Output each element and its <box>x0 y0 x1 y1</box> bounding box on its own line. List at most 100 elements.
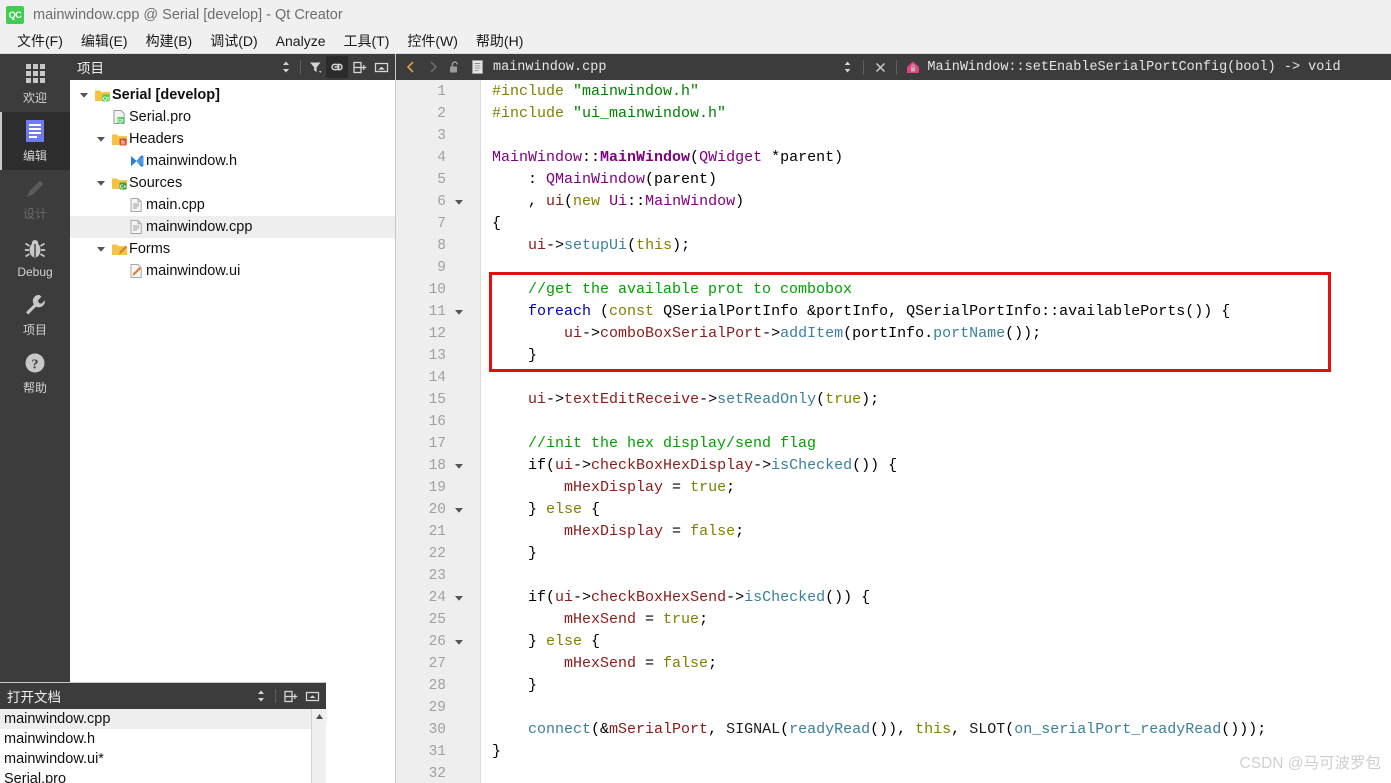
code-line[interactable]: ui->comboBoxSerialPort->addItem(portInfo… <box>492 323 1041 345</box>
open-document-item[interactable]: Serial.pro <box>0 769 326 783</box>
code-line[interactable]: MainWindow::MainWindow(QWidget *parent) <box>492 147 843 169</box>
expand-arrow-icon[interactable] <box>93 135 109 143</box>
menu-item-5[interactable]: 工具(T) <box>334 29 398 53</box>
code-line[interactable]: ui->textEditReceive->setReadOnly(true); <box>492 389 879 411</box>
fold-toggle-icon[interactable] <box>452 191 466 213</box>
code-token: new <box>573 193 600 210</box>
code-line[interactable]: mHexSend = true; <box>492 609 708 631</box>
fold-toggle-icon[interactable] <box>452 631 466 653</box>
code-line[interactable]: : QMainWindow(parent) <box>492 169 717 191</box>
code-line[interactable]: mHexDisplay = false; <box>492 521 744 543</box>
code-token: (portInfo. <box>843 325 933 342</box>
menu-item-1[interactable]: 编辑(E) <box>72 29 137 53</box>
menu-item-0[interactable]: 文件(F) <box>8 29 72 53</box>
expand-arrow-icon[interactable] <box>76 91 92 99</box>
fold-toggle-icon[interactable] <box>452 455 466 477</box>
doc-sort-button[interactable] <box>250 685 272 707</box>
open-documents-list[interactable]: mainwindow.cppmainwindow.hmainwindow.ui*… <box>0 709 326 783</box>
mode-button-设计[interactable]: 设计 <box>0 170 70 228</box>
menu-item-2[interactable]: 构建(B) <box>137 29 202 53</box>
navigate-back-button[interactable] <box>400 56 422 78</box>
code-line[interactable]: mHexDisplay = true; <box>492 477 735 499</box>
code-line[interactable]: if(ui->checkBoxHexDisplay->isChecked()) … <box>492 455 897 477</box>
navigate-forward-button[interactable] <box>422 56 444 78</box>
minimize-panel-button[interactable] <box>370 56 392 78</box>
code-token: (parent) <box>645 171 717 188</box>
tree-item-headers[interactable]: hHeaders <box>70 128 395 150</box>
mode-button-项目[interactable]: 项目 <box>0 286 70 344</box>
tree-item-sources[interactable]: C+Sources <box>70 172 395 194</box>
tree-item-mainwindow.cpp[interactable]: mainwindow.cpp <box>70 216 395 238</box>
fold-toggle-icon[interactable] <box>452 301 466 323</box>
fold-toggle-icon[interactable] <box>452 587 466 609</box>
mode-button-Debug[interactable]: Debug <box>0 228 70 286</box>
unlocked-padlock-icon[interactable] <box>444 56 466 78</box>
filter-button[interactable] <box>304 56 326 78</box>
project-tree[interactable]: QtSerial [develop]QtSerial.prohHeadersma… <box>70 80 395 682</box>
code-token <box>492 479 564 496</box>
tree-item-serial--develop-[interactable]: QtSerial [develop] <box>70 84 395 106</box>
open-documents-title: 打开文档 <box>7 686 250 706</box>
open-document-item[interactable]: mainwindow.h <box>0 729 326 749</box>
tree-item-serial.pro[interactable]: QtSerial.pro <box>70 106 395 128</box>
code-line[interactable]: ui->setupUi(this); <box>492 235 690 257</box>
mode-selector-bar: 欢迎 编辑设计 Debug 项目 ?帮助 <box>0 54 70 783</box>
open-document-item[interactable]: mainwindow.cpp <box>0 709 326 729</box>
mode-button-帮助[interactable]: ?帮助 <box>0 344 70 402</box>
mode-label: 欢迎 <box>23 89 47 106</box>
code-area[interactable]: 1#include "mainwindow.h"2#include "ui_ma… <box>396 80 1391 783</box>
code-line[interactable]: { <box>492 213 501 235</box>
close-file-button[interactable] <box>869 56 891 78</box>
line-number: 7 <box>400 213 446 235</box>
code-line[interactable]: #include "mainwindow.h" <box>492 81 699 103</box>
file-dropdown-button[interactable] <box>836 56 858 78</box>
code-line[interactable]: //init the hex display/send flag <box>492 433 816 455</box>
menu-item-4[interactable]: Analyze <box>267 31 335 51</box>
expand-arrow-icon[interactable] <box>93 179 109 187</box>
tree-item-forms[interactable]: Forms <box>70 238 395 260</box>
code-token: } <box>492 743 501 760</box>
tree-item-main.cpp[interactable]: main.cpp <box>70 194 395 216</box>
code-line[interactable]: if(ui->checkBoxHexSend->isChecked()) { <box>492 587 870 609</box>
mode-button-编辑[interactable]: 编辑 <box>0 112 70 170</box>
menu-item-3[interactable]: 调试(D) <box>201 29 266 53</box>
code-token <box>492 655 564 672</box>
code-line[interactable]: #include "ui_mainwindow.h" <box>492 103 726 125</box>
code-line[interactable]: mHexSend = false; <box>492 653 717 675</box>
expand-arrow-icon[interactable] <box>93 245 109 253</box>
open-document-item[interactable]: mainwindow.ui* <box>0 749 326 769</box>
code-token: } <box>492 501 546 518</box>
code-line[interactable]: } else { <box>492 499 600 521</box>
open-documents-scrollbar[interactable] <box>311 709 326 783</box>
code-token: (& <box>591 721 609 738</box>
tree-item-mainwindow.h[interactable]: mainwindow.h <box>70 150 395 172</box>
code-line[interactable]: } <box>492 741 501 763</box>
menu-item-6[interactable]: 控件(W) <box>398 29 467 53</box>
sort-button[interactable] <box>275 56 297 78</box>
mode-button-欢迎[interactable]: 欢迎 <box>0 54 70 112</box>
code-line[interactable]: } <box>492 543 537 565</box>
code-line[interactable]: , ui(new Ui::MainWindow) <box>492 191 744 213</box>
code-token: SIGNAL <box>726 721 780 738</box>
scroll-up-arrow-icon[interactable] <box>312 709 327 724</box>
code-line[interactable]: } <box>492 345 537 367</box>
fold-toggle-icon[interactable] <box>452 499 466 521</box>
link-with-editor-button[interactable] <box>326 56 348 78</box>
header-file-icon <box>126 153 146 169</box>
current-symbol-label[interactable]: MainWindow::setEnableSerialPortConfig(bo… <box>927 60 1340 75</box>
menu-item-7[interactable]: 帮助(H) <box>467 29 532 53</box>
split-add-button[interactable] <box>348 56 370 78</box>
doc-minimize-button[interactable] <box>301 685 323 707</box>
code-line[interactable]: foreach (const QSerialPortInfo &portInfo… <box>492 301 1230 323</box>
code-line[interactable]: connect(&mSerialPort, SIGNAL(readyRead()… <box>492 719 1266 741</box>
pencil-icon <box>22 176 48 202</box>
doc-split-add-button[interactable] <box>279 685 301 707</box>
mode-label: 项目 <box>23 321 47 338</box>
code-line[interactable]: //get the available prot to combobox <box>492 279 852 301</box>
tree-item-mainwindow.ui[interactable]: mainwindow.ui <box>70 260 395 282</box>
editor-filename[interactable]: mainwindow.cpp <box>493 60 606 75</box>
code-line[interactable]: } <box>492 675 537 697</box>
code-line[interactable]: } else { <box>492 631 600 653</box>
code-token: SLOT <box>969 721 1005 738</box>
code-token <box>492 611 564 628</box>
